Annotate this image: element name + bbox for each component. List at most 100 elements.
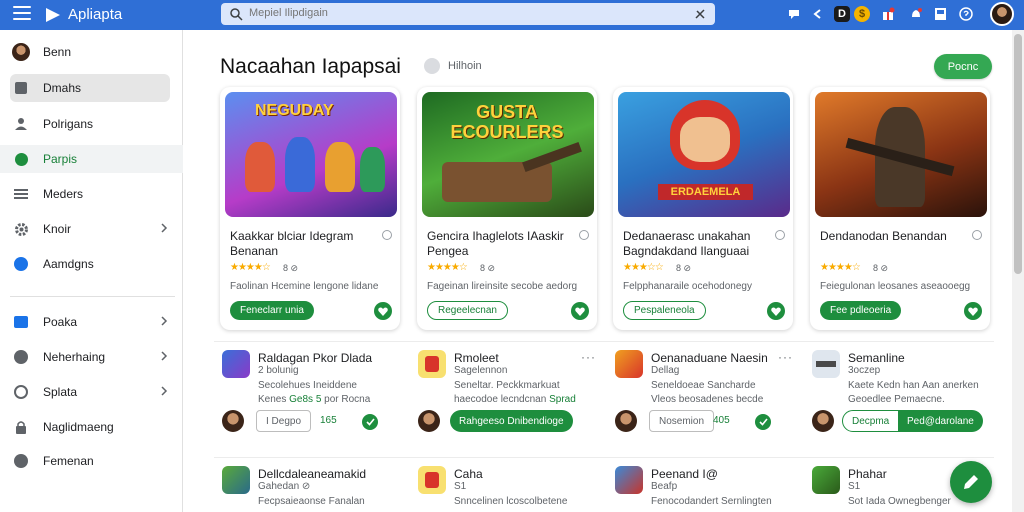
card-rating: 8 ⊘ — [480, 263, 496, 273]
heart-icon[interactable] — [374, 302, 392, 320]
list-item-subtitle: 3oczep — [848, 365, 881, 376]
coin-icon[interactable]: $ — [854, 6, 870, 22]
sidebar-item-11[interactable]: Femenan — [10, 447, 170, 475]
chevron-right-icon — [161, 386, 168, 396]
list-item-button[interactable]: Nosemion — [649, 410, 715, 432]
d-app-icon[interactable]: D — [834, 6, 850, 22]
game-icon — [222, 350, 250, 378]
list-item-description: Sot Iada Ownegbenger — [848, 496, 951, 507]
game-thumbnail: GUSTA ECOURLERS — [422, 92, 594, 217]
list-item-subtitle: S1 — [848, 481, 861, 492]
sidebar-item-6[interactable]: Aamdgns — [10, 250, 170, 278]
user-avatar — [418, 410, 440, 432]
collapse-icon[interactable] — [810, 6, 826, 22]
card-action-button[interactable]: Regeelecnan — [427, 301, 508, 320]
user-avatar[interactable] — [990, 2, 1014, 26]
sidebar-item-5[interactable]: Knoir — [10, 215, 170, 243]
chat-bubble-icon[interactable] — [786, 6, 802, 22]
card-description: Feiegulonan leosanes aseaooegg — [820, 281, 971, 292]
primary-action-button[interactable]: Pocnc — [934, 54, 992, 79]
search-bar[interactable] — [221, 3, 715, 25]
sidebar-item-10[interactable]: Naglidmaeng — [10, 413, 170, 441]
list-item-button[interactable]: Decpma — [842, 410, 900, 432]
info-icon[interactable] — [775, 230, 785, 240]
check-icon[interactable] — [362, 414, 378, 430]
user-avatar — [222, 410, 244, 432]
document-icon[interactable] — [932, 6, 948, 22]
card-rating: 8 ⊘ — [676, 263, 692, 273]
chevron-right-icon — [161, 351, 168, 361]
scrollbar[interactable] — [1012, 30, 1024, 512]
list-item-title: Dellcdaleaneamakid — [258, 467, 367, 481]
heart-icon[interactable] — [767, 302, 785, 320]
gift-icon[interactable] — [880, 6, 896, 22]
list-item-description: Fenocodandert Sernlingten — [651, 496, 772, 507]
card-action-button[interactable]: Fee pdleoeria — [820, 301, 902, 320]
list-item-button[interactable]: I Degpo — [256, 410, 312, 432]
sidebar-item-label: Femenan — [43, 454, 94, 468]
list-item-description: Snncelinen lcoscolbetene — [454, 496, 568, 507]
title-tag[interactable]: Hilhoin — [424, 58, 482, 74]
heart-icon[interactable] — [571, 302, 589, 320]
folder-icon — [12, 313, 30, 331]
list-item-secondary-button[interactable]: Ped@darolane — [898, 410, 983, 432]
clear-search-icon[interactable] — [693, 7, 707, 21]
featured-card[interactable]: GUSTA ECOURLERS Gencira Ihaglelots IAask… — [417, 87, 597, 330]
floating-action-button[interactable] — [950, 461, 992, 503]
featured-card[interactable]: NEGUDAY Kaakkar blciar Idegram Benanan ★… — [220, 87, 400, 330]
sidebar-item-2[interactable]: Polrigans — [10, 110, 170, 138]
meta-text: por Rocna — [324, 394, 371, 405]
check-icon[interactable] — [755, 414, 771, 430]
sidebar-item-0[interactable]: Benn — [10, 38, 170, 66]
notification-bell-icon[interactable] — [908, 6, 924, 22]
more-options-icon[interactable]: ··· — [778, 350, 793, 364]
list-item-description: Kaete Kedn han Aan anerken — [848, 380, 979, 391]
row-divider — [214, 341, 994, 342]
list-item-title: Caha — [454, 467, 483, 481]
game-icon — [418, 350, 446, 378]
circle-icon — [12, 452, 30, 470]
list-item[interactable]: Semanline 3oczep Kaete Kedn han Aan aner… — [812, 350, 990, 440]
person-icon — [12, 115, 30, 133]
list-item[interactable]: Caha S1 Snncelinen lcoscolbetene — [418, 466, 596, 512]
list-item[interactable]: Raldagan Pkor Dlada 2 bolunig Secolehues… — [222, 350, 400, 440]
sidebar-item-4[interactable]: Meders — [10, 180, 170, 208]
sidebar-item-1[interactable]: Dmahs — [10, 74, 170, 102]
info-icon[interactable] — [972, 230, 982, 240]
featured-card[interactable]: ERDAEMELA Dedanaerasc unakahan Bagndakda… — [613, 87, 793, 330]
lock-icon — [12, 418, 30, 436]
meta-text: haecodoe lecndcnan — [454, 394, 547, 405]
more-options-icon[interactable]: ··· — [581, 350, 596, 364]
heart-icon[interactable] — [964, 302, 982, 320]
info-icon[interactable] — [382, 230, 392, 240]
featured-card[interactable]: Dendanodan Benandan ★★★★☆ 8 ⊘ Feiegulona… — [810, 87, 990, 330]
card-title: Kaakkar blciar Idegram Benanan — [230, 229, 354, 258]
list-item-description: Seneltar. Peckkmarkuat — [454, 380, 560, 391]
card-action-button[interactable]: Feneclarr unia — [230, 301, 314, 320]
user-avatar — [615, 410, 637, 432]
list-item[interactable]: Dellcdaleaneamakid Gahedan ⊘ Fecpsaieaon… — [222, 466, 400, 512]
help-icon[interactable] — [958, 6, 974, 22]
search-input[interactable] — [249, 7, 649, 19]
rating-stars: ★★★☆☆ — [623, 262, 664, 273]
sidebar-item-8[interactable]: Neherhaing — [10, 343, 170, 371]
card-action-button[interactable]: Pespaleneola — [623, 301, 706, 320]
title-tag-label: Hilhoin — [448, 60, 482, 72]
card-title: Gencira Ihaglelots IAaskir Pengea — [427, 229, 564, 258]
sidebar-item-3[interactable]: Parpis — [0, 145, 183, 173]
sidebar-item-9[interactable]: Splata — [10, 378, 170, 406]
home-icon — [12, 79, 30, 97]
list-item[interactable]: Rmoleet Sagelennon Seneltar. Peckkmarkua… — [418, 350, 596, 440]
app-logo-icon — [46, 8, 60, 22]
list-item[interactable]: Oenanaduane Naesin Dellag Seneldoeae San… — [615, 350, 793, 440]
sidebar-item-7[interactable]: Poaka — [10, 308, 170, 336]
list-item-meta: Kenes Ge8s 5 por Rocna — [258, 394, 370, 405]
scroll-thumb[interactable] — [1014, 34, 1022, 274]
info-icon[interactable] — [579, 230, 589, 240]
list-item-meta: Vleos beosadenes becde — [651, 394, 763, 405]
list-item[interactable]: Peenand I@ Beafp Fenocodandert Sernlingt… — [615, 466, 793, 512]
chat-icon — [12, 255, 30, 273]
list-item-button[interactable]: Rahgeeso Dnibendioge — [450, 410, 573, 432]
hamburger-menu-icon[interactable] — [13, 6, 31, 20]
edit-icon — [964, 475, 978, 489]
